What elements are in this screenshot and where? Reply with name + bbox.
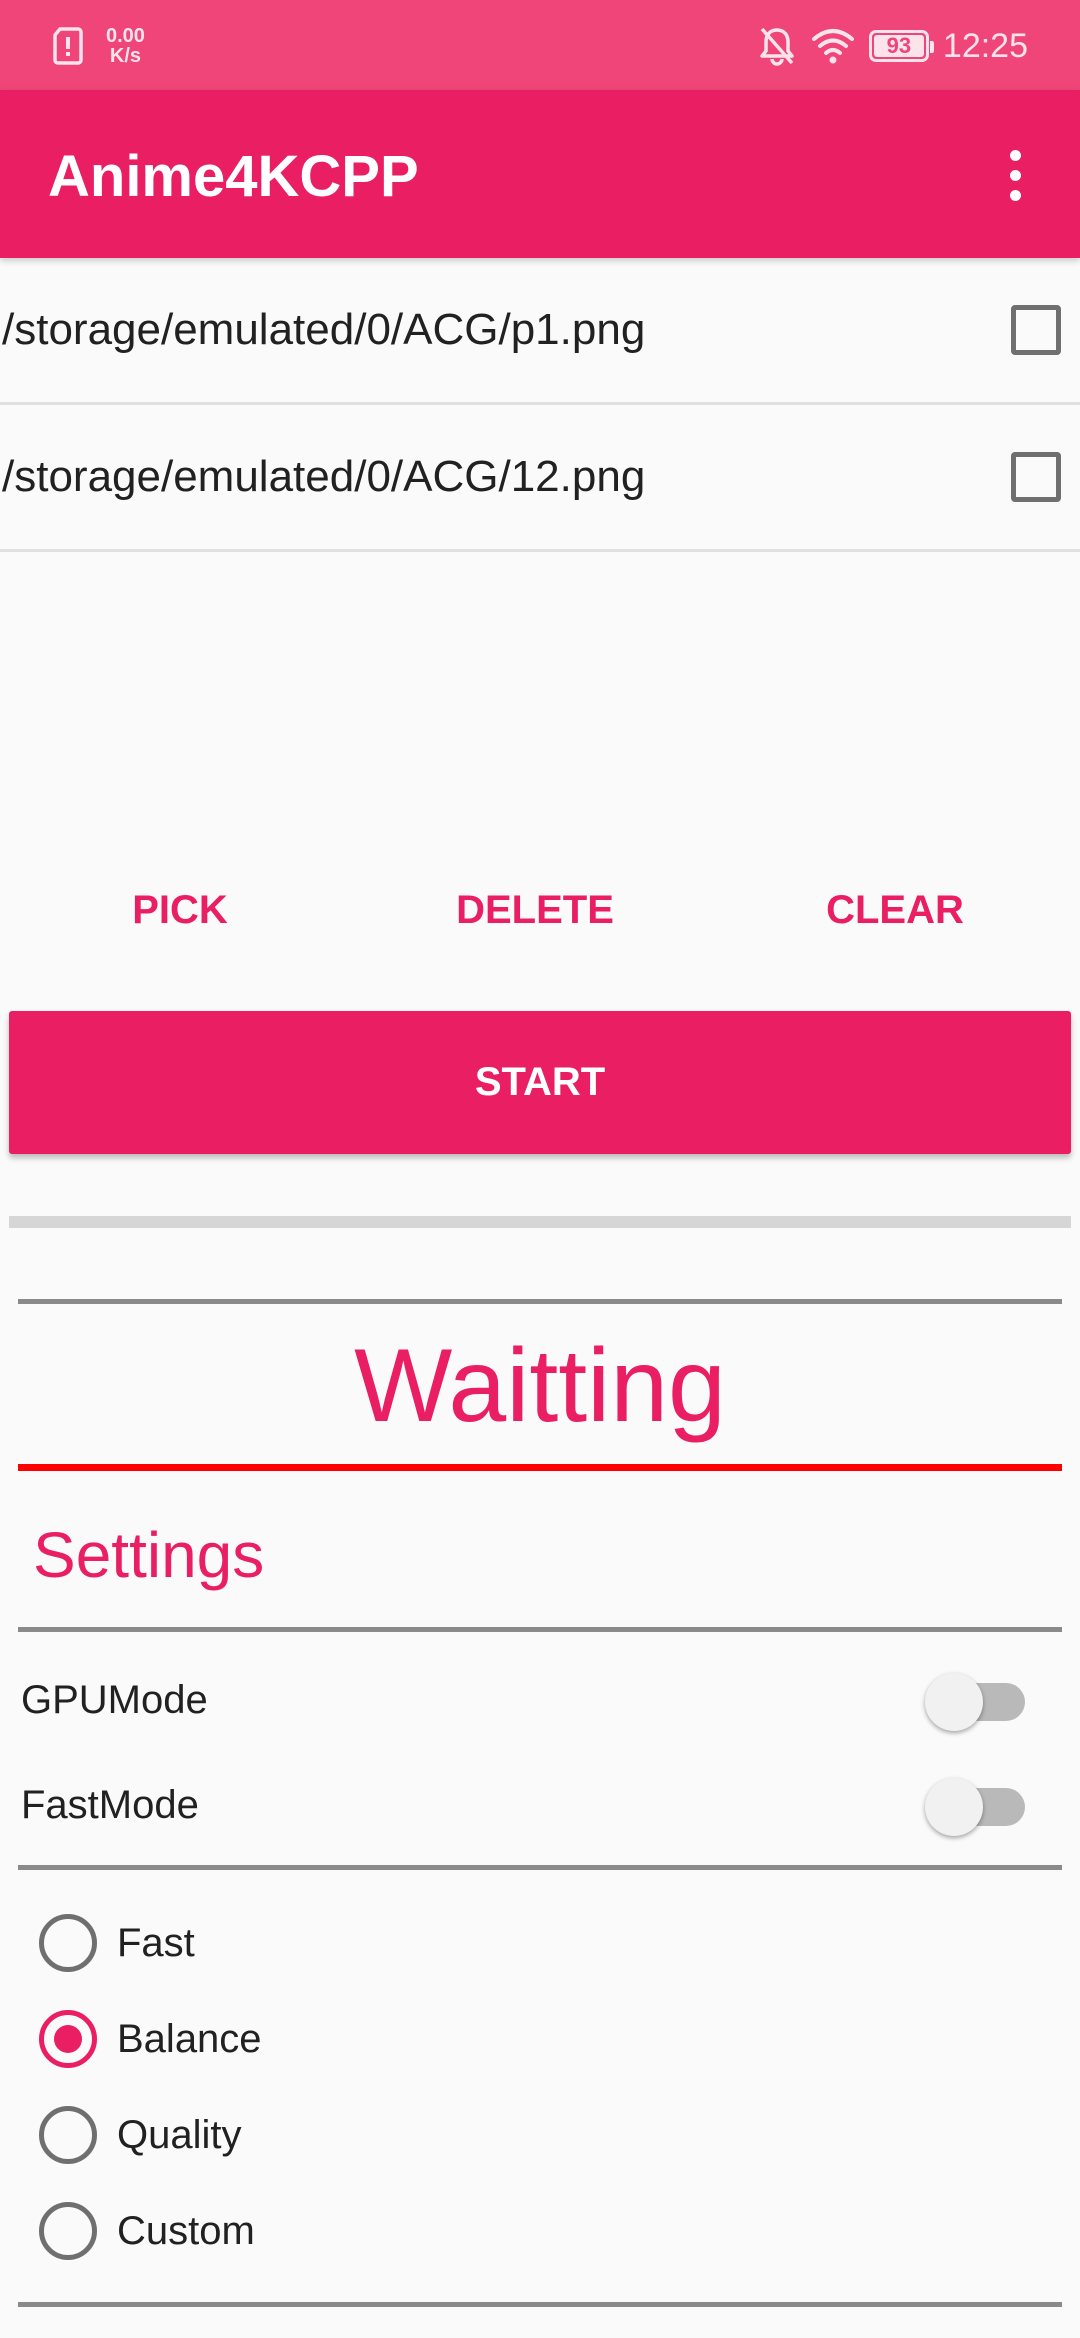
radio-label: Quality — [117, 2113, 242, 2157]
progress-bar — [9, 1216, 1071, 1228]
radio-custom[interactable]: Custom — [0, 2186, 1080, 2276]
status-right: 93 12:25 — [757, 20, 1028, 72]
gpu-mode-row: GPUMode — [0, 1655, 1080, 1745]
more-options-button[interactable] — [980, 140, 1050, 210]
bell-off-icon — [760, 27, 794, 66]
app-bar: Anime4KCPP — [0, 90, 1080, 258]
fast-mode-row: FastMode — [0, 1760, 1080, 1850]
radio-quality[interactable]: Quality — [0, 2090, 1080, 2180]
network-speed: 0.00 K/s — [106, 26, 145, 66]
file-checkbox[interactable] — [1011, 452, 1061, 502]
app-title: Anime4KCPP — [48, 144, 419, 209]
battery-level: 93 — [886, 33, 912, 58]
more-vert-icon — [1009, 149, 1021, 161]
file-checkbox[interactable] — [1011, 305, 1061, 355]
divider — [18, 1865, 1062, 1870]
clear-button[interactable]: CLEAR — [800, 870, 990, 950]
pick-button[interactable]: PICK — [90, 870, 270, 950]
file-list-item[interactable]: /storage/emulated/0/ACG/p1.png — [0, 258, 1080, 405]
delete-button[interactable]: DELETE — [430, 870, 640, 950]
file-list: /storage/emulated/0/ACG/p1.png /storage/… — [0, 258, 1080, 552]
radio-label: Balance — [117, 2017, 262, 2061]
radio-button[interactable] — [39, 1914, 97, 1972]
switch-thumb — [925, 1673, 983, 1731]
radio-button[interactable] — [39, 2106, 97, 2164]
radio-balance[interactable]: Balance — [0, 1994, 1080, 2084]
divider — [18, 1299, 1062, 1304]
status-left: 0.00 K/s — [52, 22, 145, 70]
radio-label: Fast — [117, 1921, 195, 1965]
file-path: /storage/emulated/0/ACG/12.png — [2, 452, 646, 501]
radio-label: Custom — [117, 2209, 255, 2253]
radio-button[interactable] — [39, 2202, 97, 2260]
battery-icon: 93 — [868, 30, 934, 62]
status-bar: 0.00 K/s 93 12:25 — [0, 0, 1080, 90]
fast-mode-label: FastMode — [21, 1783, 199, 1827]
wifi-icon — [811, 29, 854, 64]
divider — [18, 2302, 1062, 2307]
start-button[interactable]: START — [9, 1011, 1071, 1154]
network-speed-unit: K/s — [109, 45, 142, 67]
status-time: 12:25 — [942, 26, 1028, 65]
network-speed-value: 0.00 — [106, 25, 145, 47]
sim-card-icon — [53, 27, 83, 65]
more-vert-icon-dot — [1009, 169, 1021, 181]
settings-title: Settings — [33, 1519, 265, 1591]
file-list-item[interactable]: /storage/emulated/0/ACG/12.png — [0, 405, 1080, 552]
fast-mode-switch[interactable] — [925, 1778, 1025, 1836]
switch-thumb — [925, 1778, 983, 1836]
radio-button[interactable] — [39, 2010, 97, 2068]
divider — [18, 1627, 1062, 1632]
status-divider — [18, 1464, 1062, 1471]
more-vert-icon-dot — [1009, 189, 1021, 201]
gpu-mode-label: GPUMode — [21, 1678, 208, 1722]
radio-fast[interactable]: Fast — [0, 1898, 1080, 1988]
file-path: /storage/emulated/0/ACG/p1.png — [2, 305, 646, 354]
status-text: Waitting — [354, 1328, 726, 1444]
gpu-mode-switch[interactable] — [925, 1673, 1025, 1731]
